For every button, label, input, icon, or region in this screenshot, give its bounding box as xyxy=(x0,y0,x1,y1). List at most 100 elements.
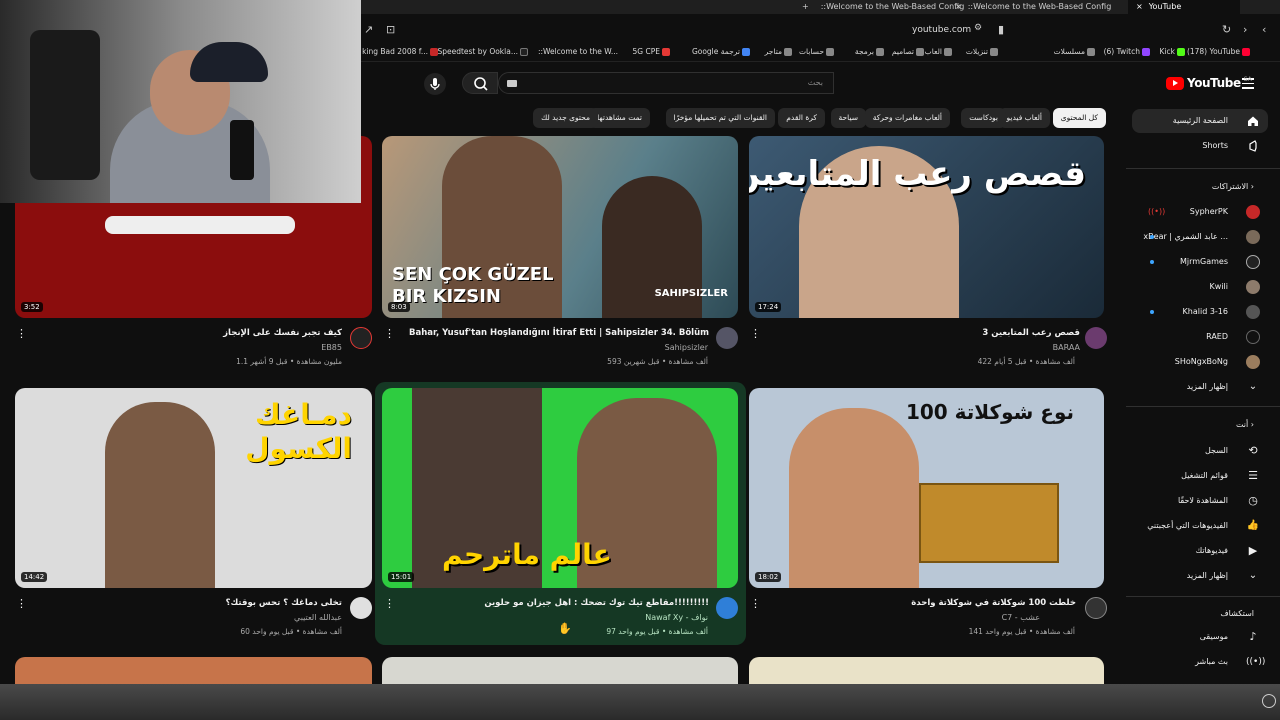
more-options-icon[interactable]: ⋮ xyxy=(384,597,395,610)
search-input[interactable]: بحث xyxy=(498,72,834,94)
bookmark-item[interactable]: ::Welcome to the W... xyxy=(538,47,618,56)
channel-name[interactable]: Sahipsizler xyxy=(665,343,708,352)
youtube-logo[interactable]: YouTube SA xyxy=(1166,76,1252,90)
video-thumbnail[interactable]: SEN ÇOK GÜZEL BIR KIZSIN SAHIPSIZLER 8:0… xyxy=(382,136,738,318)
sidebar-item-your-videos[interactable]: فيديوهاتك ▶ xyxy=(1132,539,1268,563)
sidebar-item-history[interactable]: السجل ⟲ xyxy=(1132,439,1268,463)
bookmark-item[interactable]: حسابات xyxy=(799,47,834,56)
channel-name[interactable]: BARAA xyxy=(1053,343,1080,352)
more-options-icon[interactable]: ⋮ xyxy=(750,327,761,340)
bookmark-item[interactable]: تنزيلات xyxy=(966,47,998,56)
sidebar-sub-item[interactable]: MjrmGames xyxy=(1132,250,1268,274)
you-header[interactable]: أنت › xyxy=(1236,420,1254,429)
cast-icon[interactable]: ⊡ xyxy=(386,23,395,36)
channel-name[interactable]: C7 - عشب xyxy=(1002,613,1040,622)
sidebar-show-more-you[interactable]: إظهار المزيد ⌄ xyxy=(1132,564,1268,588)
channel-name[interactable]: عبدالله العتيبي xyxy=(294,613,342,622)
thumbnail-text: SEN ÇOK GÜZEL BIR KIZSIN xyxy=(392,264,554,307)
video-title[interactable]: قصص رعب المتابعين 3 xyxy=(982,328,1080,338)
tab-label: ::Welcome to the Web-Based Config xyxy=(820,2,965,11)
chip-new-to-you[interactable]: محتوى جديد لك xyxy=(533,108,598,128)
tab-config-1[interactable]: ×::Welcome to the Web-Based Config xyxy=(955,0,1120,14)
bookmark-item[interactable]: (178) YouTube xyxy=(1187,47,1250,56)
channel-avatar[interactable] xyxy=(350,597,372,619)
video-title[interactable]: تخلى دماغك ؟ تحس بوقتك؟ xyxy=(226,598,342,608)
video-thumbnail[interactable]: عالم ماترحم 15:01 xyxy=(382,388,738,588)
bookmark-item[interactable]: Speedtest by Ookla... xyxy=(437,47,528,56)
back-icon[interactable]: ‹ xyxy=(1262,23,1266,36)
sidebar-item-home[interactable]: الصفحة الرئيسية xyxy=(1132,109,1268,133)
tab-youtube[interactable]: × YouTube xyxy=(1128,0,1240,14)
sidebar-item-live[interactable]: بث مباشر ((•)) xyxy=(1132,650,1268,674)
bookmark-item[interactable]: برمجة xyxy=(855,47,884,56)
bookmark-item[interactable]: (6) Twitch xyxy=(1104,47,1150,56)
url-field[interactable]: youtube.com xyxy=(912,25,971,35)
channel-avatar[interactable] xyxy=(716,597,738,619)
bookmark-item[interactable]: 5G CPE xyxy=(633,47,670,56)
subscriptions-header[interactable]: الاشتراكات › xyxy=(1212,182,1254,191)
chip-football[interactable]: كرة القدم xyxy=(778,108,825,128)
bookmark-icon[interactable]: ▮ xyxy=(998,23,1004,36)
sidebar-item-music[interactable]: موسيقى ♪ xyxy=(1132,625,1268,649)
chip-watched[interactable]: تمت مشاهدتها xyxy=(589,108,650,128)
sidebar-sub-item[interactable]: xBear | عابد الشمري ... xyxy=(1132,225,1268,249)
bookmark-item[interactable]: متاجر xyxy=(765,47,792,56)
close-icon[interactable]: × xyxy=(1136,2,1143,11)
channel-name[interactable]: EB85 xyxy=(321,343,342,352)
reload-icon[interactable]: ↻ xyxy=(1222,23,1231,36)
more-options-icon[interactable]: ⋮ xyxy=(750,597,761,610)
bookmark-item[interactable]: king Bad 2008 f... xyxy=(362,47,438,56)
channel-avatar[interactable] xyxy=(350,327,372,349)
tab-config-2[interactable]: +::Welcome to the Web-Based Config xyxy=(802,0,964,14)
sidebar-sub-item[interactable]: Kwili xyxy=(1132,275,1268,299)
video-title[interactable]: Bahar, Yusuf'tan Hoşlandığını İtiraf Ett… xyxy=(409,328,709,338)
chip-podcasts[interactable]: بودكاست xyxy=(961,108,1006,128)
bookmark-item[interactable]: مسلسلات xyxy=(1054,47,1095,56)
chip-video-games[interactable]: ألعاب فيديو xyxy=(998,108,1050,128)
settings-icon[interactable] xyxy=(1262,694,1276,708)
new-tab-icon[interactable]: + xyxy=(802,2,809,11)
channel-avatar[interactable] xyxy=(1085,327,1107,349)
sidebar-item-watch-later[interactable]: المشاهدة لاحقًا ◷ xyxy=(1132,489,1268,513)
bookmark-item[interactable]: تصاميم xyxy=(892,47,924,56)
sidebar-sub-item[interactable]: RAED xyxy=(1132,325,1268,349)
site-settings-icon[interactable]: ⚙ xyxy=(974,23,982,33)
channel-name[interactable]: Nawaf Xy - نواف xyxy=(645,613,708,622)
video-thumbnail[interactable]: قصص رعب المتابعين 3 17:24 xyxy=(749,136,1104,318)
video-meta: 97 ألف مشاهدة • قبل يوم واحد xyxy=(606,627,708,636)
more-options-icon[interactable]: ⋮ xyxy=(16,597,27,610)
sidebar-sub-item[interactable]: SypherPK ((•)) xyxy=(1132,200,1268,224)
channel-avatar[interactable] xyxy=(1085,597,1107,619)
thumbnail-chocolate xyxy=(919,483,1059,563)
search-button[interactable] xyxy=(462,72,498,94)
video-title[interactable]: مقاطع تيك توك تضحك : اهل جيزان مو حلوين!… xyxy=(484,598,709,608)
bookmark-item[interactable]: Kick xyxy=(1160,47,1185,56)
more-options-icon[interactable]: ⋮ xyxy=(16,327,27,340)
share-icon[interactable]: ↗ xyxy=(364,23,373,36)
video-title[interactable]: كيف تجبر نفسك على الإنجاز xyxy=(223,328,342,338)
sidebar-sub-item[interactable]: SHoNgxBoNg xyxy=(1132,350,1268,374)
sidebar-item-shorts[interactable]: Shorts xyxy=(1132,134,1268,158)
channel-avatar[interactable] xyxy=(716,327,738,349)
sidebar-divider xyxy=(1126,406,1280,407)
forward-icon[interactable]: › xyxy=(1243,23,1247,36)
explore-header: استكشاف xyxy=(1220,609,1254,618)
video-title[interactable]: خلطت 100 شوكلاتة في شوكلاتة واحدة xyxy=(911,598,1076,608)
chip-tourism[interactable]: سياحة xyxy=(830,108,866,128)
sidebar-sub-item[interactable]: Khalid 3-16 xyxy=(1132,300,1268,324)
video-thumbnail[interactable]: دمـاغك الكسول 14:42 xyxy=(15,388,372,588)
bookmark-item[interactable]: العاب xyxy=(925,47,952,56)
bookmark-item[interactable]: Google ترجمة xyxy=(692,47,750,56)
video-thumbnail[interactable]: 100 نوع شوكلاتة 18:02 xyxy=(749,388,1104,588)
chip-action-adventure[interactable]: ألعاب مغامرات وحركة xyxy=(864,108,950,128)
sidebar-item-playlists[interactable]: قوائم التشغيل ☰ xyxy=(1132,464,1268,488)
mouse-cursor-icon: ✋ xyxy=(558,622,572,635)
chip-recently-uploaded[interactable]: القنوات التي تم تحميلها مؤخرًا xyxy=(665,108,775,128)
sidebar-item-liked[interactable]: الفيديوهات التي أعجبتني 👍 xyxy=(1132,514,1268,538)
filter-chips: كل المحتوى ألعاب فيديو بودكاست ألعاب مغا… xyxy=(533,106,1110,132)
keyboard-icon[interactable] xyxy=(507,80,517,87)
chip-all[interactable]: كل المحتوى xyxy=(1052,108,1106,128)
voice-search-button[interactable] xyxy=(424,73,446,95)
sidebar-show-more[interactable]: إظهار المزيد ⌄ xyxy=(1132,375,1268,399)
more-options-icon[interactable]: ⋮ xyxy=(384,327,395,340)
